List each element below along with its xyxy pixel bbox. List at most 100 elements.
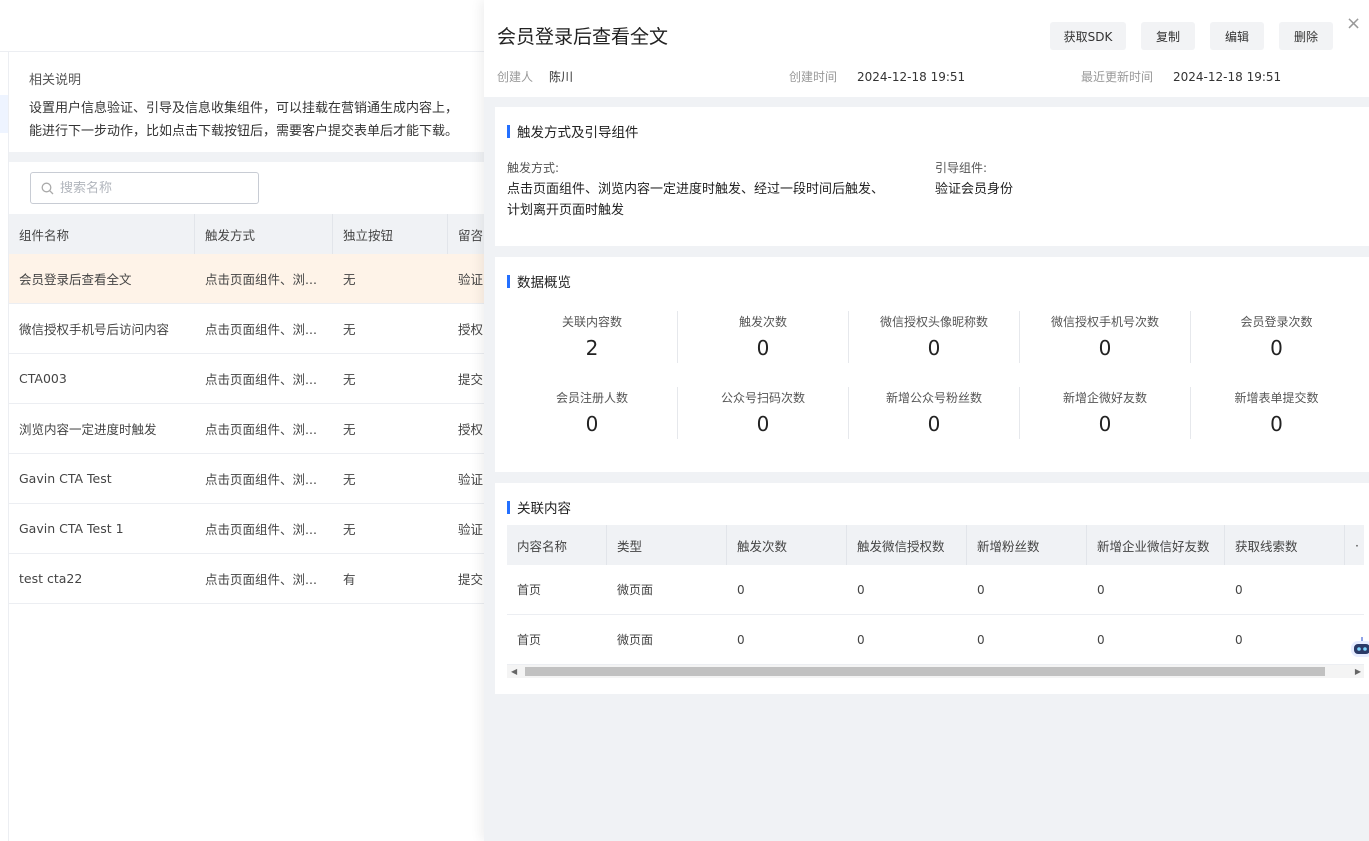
table-row[interactable]: 首页 微页面 0 0 0 0 0: [507, 565, 1364, 615]
cell-trigger-count: 0: [737, 632, 745, 647]
search-box[interactable]: [30, 172, 259, 204]
component-table: 组件名称 触发方式 独立按钮 留咨 会员登录后查看全文 点击页面组件、浏... …: [9, 214, 484, 604]
col-header-new-fans[interactable]: 新增粉丝数: [967, 525, 1087, 565]
robot-assistant-icon[interactable]: [1349, 634, 1369, 664]
stat-item: 会员注册人数 0: [507, 387, 678, 439]
overview-card-title: 数据概览: [507, 271, 571, 291]
cell-lead: 授权: [458, 322, 484, 337]
cell-name: CTA003: [19, 371, 67, 386]
table-row[interactable]: Gavin CTA Test 点击页面组件、浏... 无 验证: [9, 454, 484, 504]
cell-lead: 验证: [458, 522, 484, 537]
table-row[interactable]: 浏览内容一定进度时触发 点击页面组件、浏... 无 授权: [9, 404, 484, 454]
stat-value: 2: [585, 336, 599, 360]
related-table-header: 内容名称 类型 触发次数 触发微信授权数 新增粉丝数 新增企业微信好友数 获取线…: [507, 525, 1364, 565]
guide-section: 引导组件: 验证会员身份: [935, 159, 1013, 200]
cell-standalone: 有: [343, 572, 356, 587]
stat-item: 关联内容数 2: [507, 311, 678, 363]
title-accent-bar: [507, 274, 510, 288]
cell-trigger: 点击页面组件、浏...: [205, 272, 317, 287]
col-header-trigger-count[interactable]: 触发次数: [727, 525, 847, 565]
stat-value: 0: [585, 412, 599, 436]
title-accent-bar: [507, 124, 510, 138]
delete-button[interactable]: 删除: [1279, 22, 1333, 50]
stats-grid: 关联内容数 2 触发次数 0 微信授权头像昵称数 0 微信授权手机号次数 0 会员登录次…: [507, 311, 1362, 463]
col-header-type[interactable]: 类型: [607, 525, 727, 565]
trigger-value-line-1: 点击页面组件、浏览内容一定进度时触发、经过一段时间后触发、: [507, 182, 885, 197]
guide-value: 验证会员身份: [935, 182, 1014, 197]
detail-drawer: 会员登录后查看全文 获取SDK 复制 编辑 删除 × 创建人 陈川 创建时间 202…: [484, 0, 1369, 841]
stat-item: 微信授权手机号次数 0: [1020, 311, 1191, 363]
cell-name: Gavin CTA Test 1: [19, 521, 124, 536]
stat-item: 新增表单提交数 0: [1191, 387, 1362, 439]
meta-created-value: 2024-12-18 19:51: [857, 70, 966, 84]
cell-wechat-auth: 0: [857, 582, 865, 597]
table-row[interactable]: CTA003 点击页面组件、浏... 无 提交: [9, 354, 484, 404]
cell-standalone: 无: [343, 272, 356, 287]
meta-created: 创建时间 2024-12-18 19:51: [789, 68, 965, 85]
cell-name: 会员登录后查看全文: [19, 272, 132, 287]
cell-name: Gavin CTA Test: [19, 471, 112, 486]
edit-button[interactable]: 编辑: [1210, 22, 1264, 50]
cell-standalone: 无: [343, 422, 356, 437]
meta-created-label: 创建时间: [789, 70, 838, 84]
component-table-header: 组件名称 触发方式 独立按钮 留咨: [9, 214, 484, 254]
col-header-content-name[interactable]: 内容名称: [507, 525, 607, 565]
col-header-new-wecom-friends[interactable]: 新增企业微信好友数: [1087, 525, 1225, 565]
stat-item: 公众号扫码次数 0: [678, 387, 849, 439]
stat-value: 0: [756, 336, 770, 360]
stat-item: 新增公众号粉丝数 0: [849, 387, 1020, 439]
col-header-wechat-auth[interactable]: 触发微信授权数: [847, 525, 967, 565]
cell-name: 浏览内容一定进度时触发: [19, 422, 157, 437]
search-input[interactable]: [60, 180, 230, 196]
cell-new-wecom-friends: 0: [1097, 632, 1105, 647]
scrollbar-thumb[interactable]: [525, 667, 1325, 676]
table-row[interactable]: 首页 微页面 0 0 0 0 0: [507, 615, 1364, 665]
cell-trigger: 点击页面组件、浏...: [205, 422, 317, 437]
get-sdk-button[interactable]: 获取SDK: [1050, 22, 1126, 50]
table-row[interactable]: test cta22 点击页面组件、浏... 有 提交: [9, 554, 484, 604]
related-content-title-text: 关联内容: [517, 501, 571, 517]
copy-button[interactable]: 复制: [1141, 22, 1195, 50]
cell-wechat-auth: 0: [857, 632, 865, 647]
cell-new-fans: 0: [977, 582, 985, 597]
cell-standalone: 无: [343, 372, 356, 387]
stat-label: 新增企微好友数: [1062, 391, 1147, 405]
col-header-more: ·: [1355, 537, 1359, 553]
overview-card: 数据概览 关联内容数 2 触发次数 0 微信授权头像昵称数 0 微信授权手机号次数 0 …: [495, 257, 1369, 472]
cell-trigger: 点击页面组件、浏...: [205, 322, 317, 337]
cell-name: 微信授权手机号后访问内容: [19, 322, 170, 337]
stat-value: 0: [756, 412, 770, 436]
col-header-lead[interactable]: 留咨: [448, 214, 484, 254]
scroll-left-arrow[interactable]: ◀: [511, 665, 517, 678]
table-row[interactable]: Gavin CTA Test 1 点击页面组件、浏... 无 验证: [9, 504, 484, 554]
drawer-header: 会员登录后查看全文 获取SDK 复制 编辑 删除 × 创建人 陈川 创建时间 202…: [484, 0, 1369, 97]
stat-label: 微信授权头像昵称数: [879, 315, 988, 329]
cell-leads: 0: [1235, 582, 1243, 597]
table-row[interactable]: 会员登录后查看全文 点击页面组件、浏... 无 验证: [9, 254, 484, 304]
section-separator: [9, 152, 484, 162]
stat-label: 新增公众号粉丝数: [885, 391, 982, 405]
stat-value: 0: [1098, 412, 1112, 436]
col-header-name[interactable]: 组件名称: [9, 214, 195, 254]
stats-row-2: 会员注册人数 0 公众号扫码次数 0 新增公众号粉丝数 0 新增企微好友数 0 新增表单…: [507, 387, 1362, 439]
trigger-card-title-text: 触发方式及引导组件: [517, 125, 639, 141]
description-panel: 相关说明 设置用户信息验证、引导及信息收集组件，可以挂载在营销通生成内容上， 能…: [9, 53, 484, 153]
stat-value: 0: [1270, 412, 1283, 436]
description-line-1: 设置用户信息验证、引导及信息收集组件，可以挂载在营销通生成内容上，: [29, 101, 459, 116]
cell-leads: 0: [1235, 632, 1243, 647]
meta-updated-label: 最近更新时间: [1081, 70, 1154, 84]
stat-value: 0: [927, 336, 941, 360]
stat-label: 公众号扫码次数: [720, 391, 805, 405]
horizontal-scrollbar[interactable]: ◀ ▶: [507, 665, 1364, 678]
col-header-standalone-button[interactable]: 独立按钮: [333, 214, 448, 254]
description-line-2: 能进行下一步动作，比如点击下载按钮后，需要客户提交表单后才能下载。: [29, 124, 459, 139]
col-header-leads[interactable]: 获取线索数: [1225, 525, 1345, 565]
table-row[interactable]: 微信授权手机号后访问内容 点击页面组件、浏... 无 授权: [9, 304, 484, 354]
stat-label: 触发次数: [738, 315, 787, 329]
scroll-right-arrow[interactable]: ▶: [1355, 665, 1361, 678]
close-icon[interactable]: ×: [1346, 14, 1361, 34]
stat-item: 新增企微好友数 0: [1020, 387, 1191, 439]
search-icon: [41, 182, 54, 194]
col-header-trigger[interactable]: 触发方式: [195, 214, 333, 254]
cell-trigger: 点击页面组件、浏...: [205, 372, 317, 387]
